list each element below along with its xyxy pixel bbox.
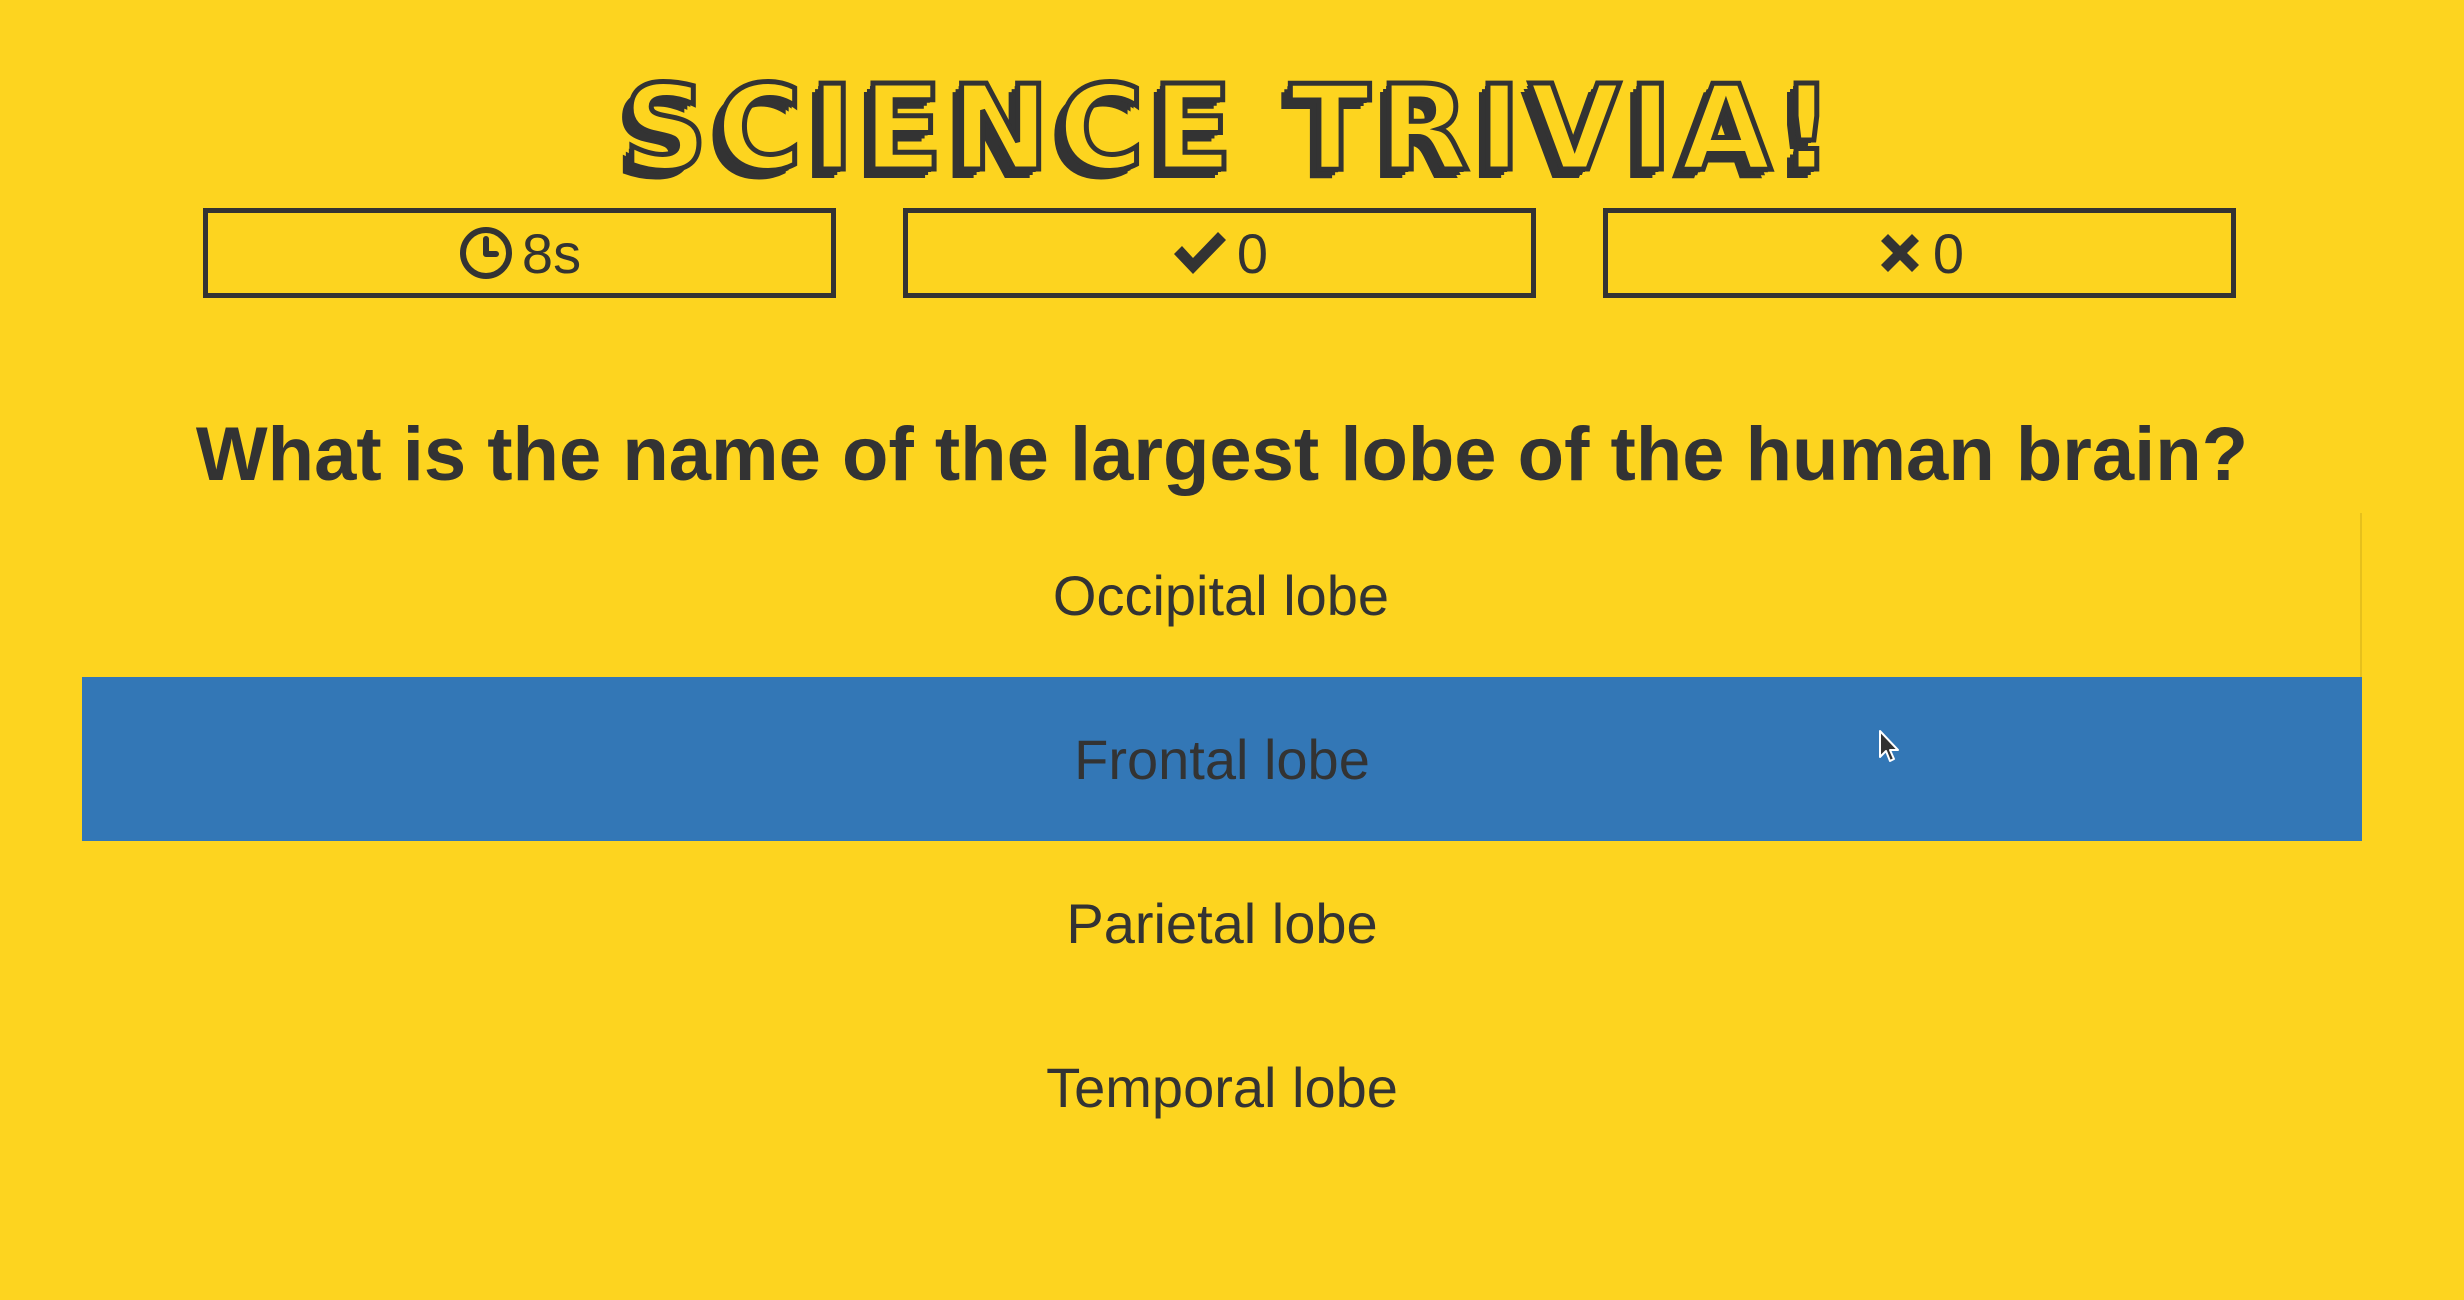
answer-option-occipital[interactable]: Occipital lobe [82, 513, 2362, 677]
correct-count-box: 0 [903, 208, 1536, 298]
answer-list: Occipital lobe Frontal lobe Parietal lob… [82, 513, 2362, 1169]
game-title: Science Trivia! [620, 57, 1842, 200]
checkmark-icon [1171, 228, 1229, 278]
question-text: What is the name of the largest lobe of … [195, 412, 2249, 497]
timer-box: 8s [203, 208, 836, 298]
clock-icon [458, 225, 514, 281]
wrong-count-box: 0 [1603, 208, 2236, 298]
wrong-count: 0 [1932, 221, 1965, 285]
answer-option-temporal[interactable]: Temporal lobe [82, 1005, 2362, 1169]
correct-count: 0 [1236, 221, 1269, 285]
answer-label: Occipital lobe [1052, 563, 1390, 627]
answer-label: Temporal lobe [1046, 1055, 1398, 1119]
answer-option-parietal[interactable]: Parietal lobe [82, 841, 2362, 1005]
answer-label: Frontal lobe [1074, 727, 1370, 791]
mouse-cursor-icon [1878, 729, 1902, 769]
timer-value: 8s [521, 221, 582, 285]
trivia-game: Science Trivia! 8s 0 0 What is the name … [0, 0, 2464, 1300]
answer-label: Parietal lobe [1066, 891, 1378, 955]
x-icon [1875, 228, 1925, 278]
answer-option-frontal[interactable]: Frontal lobe [82, 677, 2362, 841]
